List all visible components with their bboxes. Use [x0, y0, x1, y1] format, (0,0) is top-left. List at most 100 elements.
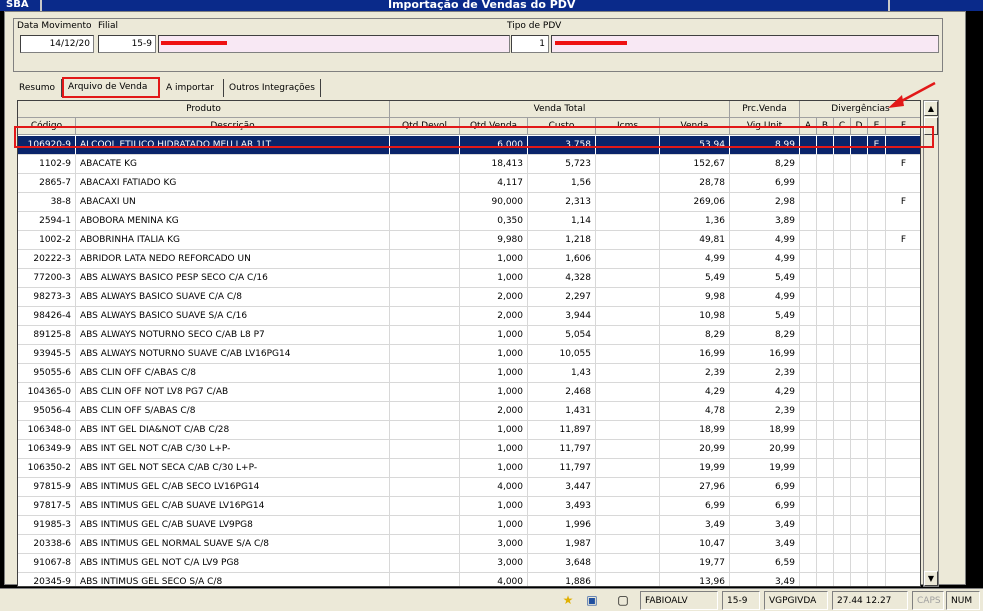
cell-f[interactable] — [886, 535, 920, 554]
cell-b[interactable] — [817, 459, 834, 478]
cell-qtd-venda[interactable]: 1,000 — [460, 326, 528, 345]
cell-custo[interactable]: 1,606 — [528, 250, 596, 269]
cell-custo[interactable]: 1,987 — [528, 535, 596, 554]
cell-e[interactable] — [868, 478, 886, 497]
cell-vig-unit[interactable]: 16,99 — [730, 345, 800, 364]
cell-custo[interactable]: 3,493 — [528, 497, 596, 516]
cell-c[interactable] — [834, 364, 851, 383]
table-row[interactable]: 20222-3 ABRIDOR LATA NEDO REFORCADO UN 1,0… — [18, 250, 920, 269]
cell-e[interactable] — [868, 440, 886, 459]
table-row[interactable]: 95056-4 ABS CLIN OFF S/ABAS C/8 2,000 1,431… — [18, 402, 920, 421]
cell-b[interactable] — [817, 155, 834, 174]
cell-codigo[interactable]: 2865-7 — [18, 174, 76, 193]
cell-f[interactable]: F — [886, 231, 920, 250]
cell-b[interactable] — [817, 478, 834, 497]
cell-qtd-venda[interactable]: 4,000 — [460, 478, 528, 497]
cell-f[interactable] — [886, 326, 920, 345]
cell-codigo[interactable]: 91985-3 — [18, 516, 76, 535]
column-header-c[interactable]: C — [834, 118, 851, 135]
cell-vig-unit[interactable]: 18,99 — [730, 421, 800, 440]
cell-descricao[interactable]: ABRIDOR LATA NEDO REFORCADO UN — [76, 250, 390, 269]
cell-descricao[interactable]: ABS ALWAYS BASICO SUAVE S/A C/16 — [76, 307, 390, 326]
cell-descricao[interactable]: ABS INT GEL DIA&NOT C/AB C/28 — [76, 421, 390, 440]
table-row[interactable]: 1102-9 ABACATE KG 18,413 5,723 152,67 8,29 F — [18, 155, 920, 174]
cell-a[interactable] — [800, 307, 817, 326]
table-row[interactable]: 98273-3 ABS ALWAYS BASICO SUAVE C/A C/8 2,… — [18, 288, 920, 307]
cell-codigo[interactable]: 2594-1 — [18, 212, 76, 231]
cell-f[interactable] — [886, 497, 920, 516]
cell-d[interactable] — [851, 383, 868, 402]
cell-d[interactable] — [851, 459, 868, 478]
cell-c[interactable] — [834, 231, 851, 250]
cell-custo[interactable]: 2,297 — [528, 288, 596, 307]
cell-custo[interactable]: 2,468 — [528, 383, 596, 402]
cell-d[interactable] — [851, 212, 868, 231]
cell-a[interactable] — [800, 440, 817, 459]
cell-codigo[interactable]: 93945-5 — [18, 345, 76, 364]
cell-b[interactable] — [817, 345, 834, 364]
cell-icms[interactable] — [596, 402, 660, 421]
cell-icms[interactable] — [596, 326, 660, 345]
cell-b[interactable] — [817, 421, 834, 440]
cell-vig-unit[interactable]: 8,29 — [730, 326, 800, 345]
cell-icms[interactable] — [596, 478, 660, 497]
cell-descricao[interactable]: ABACATE KG — [76, 155, 390, 174]
cell-e[interactable] — [868, 250, 886, 269]
tab-a-importar[interactable]: A importar — [162, 79, 224, 97]
cell-b[interactable] — [817, 383, 834, 402]
cell-a[interactable] — [800, 174, 817, 193]
cell-custo[interactable]: 4,328 — [528, 269, 596, 288]
cell-venda[interactable]: 152,67 — [660, 155, 730, 174]
table-row[interactable]: 20345-9 ABS INTIMUS GEL SECO S/A C/8 4,000… — [18, 573, 920, 586]
cell-codigo[interactable]: 106920-9 — [18, 136, 76, 155]
cell-d[interactable] — [851, 193, 868, 212]
cell-vig-unit[interactable]: 8,29 — [730, 155, 800, 174]
cell-vig-unit[interactable]: 3,49 — [730, 516, 800, 535]
cell-descricao[interactable]: ABS INTIMUS GEL C/AB SECO LV16PG14 — [76, 478, 390, 497]
cell-e[interactable] — [868, 535, 886, 554]
cell-custo[interactable]: 1,886 — [528, 573, 596, 586]
cell-b[interactable] — [817, 307, 834, 326]
cell-f[interactable] — [886, 459, 920, 478]
column-header-codigo[interactable]: Código — [18, 118, 76, 135]
cell-descricao[interactable]: ABOBORA MENINA KG — [76, 212, 390, 231]
table-row-selected[interactable]: 106920-9 ALCOOL ETILICO HIDRATADO MEU LAR… — [18, 136, 920, 155]
cell-e[interactable] — [868, 364, 886, 383]
cell-descricao[interactable]: ABS INTIMUS GEL NORMAL SUAVE S/A C/8 — [76, 535, 390, 554]
cell-venda[interactable]: 19,99 — [660, 459, 730, 478]
cell-qtd-devol[interactable] — [390, 402, 460, 421]
cell-qtd-venda[interactable]: 1,000 — [460, 383, 528, 402]
cell-vig-unit[interactable]: 3,89 — [730, 212, 800, 231]
cell-qtd-devol[interactable] — [390, 193, 460, 212]
cell-qtd-venda[interactable]: 0,350 — [460, 212, 528, 231]
filial-code-field[interactable]: 15-9 — [98, 35, 156, 53]
cell-e[interactable] — [868, 497, 886, 516]
cell-c[interactable] — [834, 345, 851, 364]
scroll-thumb[interactable] — [924, 117, 938, 135]
cell-qtd-venda[interactable]: 1,000 — [460, 497, 528, 516]
cell-a[interactable] — [800, 573, 817, 586]
cell-vig-unit[interactable]: 20,99 — [730, 440, 800, 459]
cell-c[interactable] — [834, 478, 851, 497]
cell-e[interactable] — [868, 383, 886, 402]
cell-e[interactable] — [868, 231, 886, 250]
cell-c[interactable] — [834, 193, 851, 212]
cell-qtd-venda[interactable]: 1,000 — [460, 516, 528, 535]
cell-f[interactable] — [886, 250, 920, 269]
cell-icms[interactable] — [596, 174, 660, 193]
cell-d[interactable] — [851, 573, 868, 586]
cell-venda[interactable]: 27,96 — [660, 478, 730, 497]
cell-d[interactable] — [851, 288, 868, 307]
table-row[interactable]: 91067-8 ABS INTIMUS GEL NOT C/A LV9 PG8 3,… — [18, 554, 920, 573]
cell-e[interactable] — [868, 212, 886, 231]
cell-f[interactable]: F — [886, 193, 920, 212]
cell-vig-unit[interactable]: 4,99 — [730, 288, 800, 307]
table-row[interactable]: 20338-6 ABS INTIMUS GEL NORMAL SUAVE S/A … — [18, 535, 920, 554]
cell-qtd-venda[interactable]: 1,000 — [460, 269, 528, 288]
table-row[interactable]: 97817-5 ABS INTIMUS GEL C/AB SUAVE LV16PG… — [18, 497, 920, 516]
cell-venda[interactable]: 13,96 — [660, 573, 730, 586]
cell-vig-unit[interactable]: 4,99 — [730, 231, 800, 250]
cell-b[interactable] — [817, 554, 834, 573]
cell-vig-unit[interactable]: 6,99 — [730, 478, 800, 497]
cell-qtd-devol[interactable] — [390, 421, 460, 440]
